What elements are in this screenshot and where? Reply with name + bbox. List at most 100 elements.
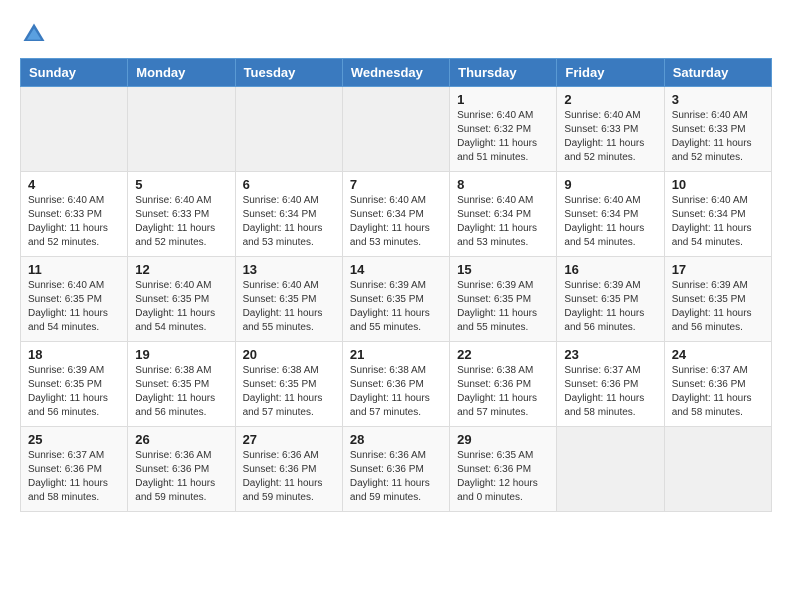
week-row-1: 1 Sunrise: 6:40 AM Sunset: 6:32 PM Daylig…: [21, 87, 772, 172]
day-info: Sunrise: 6:38 AM Sunset: 6:36 PM Dayligh…: [350, 364, 442, 420]
week-row-2: 4 Sunrise: 6:40 AM Sunset: 6:33 PM Daylig…: [21, 172, 772, 257]
day-info: Sunrise: 6:35 AM Sunset: 6:36 PM Dayligh…: [457, 449, 549, 505]
day-number: 19: [135, 347, 227, 362]
calendar-cell: [664, 427, 771, 512]
page-header: [20, 20, 772, 48]
calendar-cell: 8 Sunrise: 6:40 AM Sunset: 6:34 PM Daylig…: [450, 172, 557, 257]
day-number: 14: [350, 262, 442, 277]
day-info: Sunrise: 6:40 AM Sunset: 6:34 PM Dayligh…: [457, 194, 549, 250]
col-header-wednesday: Wednesday: [342, 59, 449, 87]
logo-icon: [20, 20, 48, 48]
col-header-monday: Monday: [128, 59, 235, 87]
day-number: 13: [243, 262, 335, 277]
day-info: Sunrise: 6:36 AM Sunset: 6:36 PM Dayligh…: [135, 449, 227, 505]
day-info: Sunrise: 6:40 AM Sunset: 6:33 PM Dayligh…: [564, 109, 656, 165]
day-info: Sunrise: 6:40 AM Sunset: 6:35 PM Dayligh…: [135, 279, 227, 335]
day-info: Sunrise: 6:39 AM Sunset: 6:35 PM Dayligh…: [564, 279, 656, 335]
day-number: 20: [243, 347, 335, 362]
day-info: Sunrise: 6:40 AM Sunset: 6:35 PM Dayligh…: [28, 279, 120, 335]
calendar-cell: 20 Sunrise: 6:38 AM Sunset: 6:35 PM Dayli…: [235, 342, 342, 427]
calendar-cell: 27 Sunrise: 6:36 AM Sunset: 6:36 PM Dayli…: [235, 427, 342, 512]
day-number: 23: [564, 347, 656, 362]
calendar-cell: 1 Sunrise: 6:40 AM Sunset: 6:32 PM Daylig…: [450, 87, 557, 172]
day-number: 2: [564, 92, 656, 107]
calendar-cell: 16 Sunrise: 6:39 AM Sunset: 6:35 PM Dayli…: [557, 257, 664, 342]
calendar-cell: [235, 87, 342, 172]
day-number: 6: [243, 177, 335, 192]
day-number: 17: [672, 262, 764, 277]
day-info: Sunrise: 6:40 AM Sunset: 6:34 PM Dayligh…: [350, 194, 442, 250]
calendar-cell: 14 Sunrise: 6:39 AM Sunset: 6:35 PM Dayli…: [342, 257, 449, 342]
day-number: 8: [457, 177, 549, 192]
calendar-cell: 6 Sunrise: 6:40 AM Sunset: 6:34 PM Daylig…: [235, 172, 342, 257]
day-number: 4: [28, 177, 120, 192]
calendar-cell: 19 Sunrise: 6:38 AM Sunset: 6:35 PM Dayli…: [128, 342, 235, 427]
calendar-cell: 13 Sunrise: 6:40 AM Sunset: 6:35 PM Dayli…: [235, 257, 342, 342]
day-info: Sunrise: 6:40 AM Sunset: 6:34 PM Dayligh…: [672, 194, 764, 250]
calendar-cell: 24 Sunrise: 6:37 AM Sunset: 6:36 PM Dayli…: [664, 342, 771, 427]
day-number: 10: [672, 177, 764, 192]
day-number: 5: [135, 177, 227, 192]
calendar-cell: [342, 87, 449, 172]
calendar-cell: 23 Sunrise: 6:37 AM Sunset: 6:36 PM Dayli…: [557, 342, 664, 427]
calendar-cell: 28Sunrise: 6:36 AM Sunset: 6:36 PM Dayli…: [342, 427, 449, 512]
day-info: Sunrise: 6:40 AM Sunset: 6:35 PM Dayligh…: [243, 279, 335, 335]
day-number: 22: [457, 347, 549, 362]
calendar-cell: 11 Sunrise: 6:40 AM Sunset: 6:35 PM Dayli…: [21, 257, 128, 342]
day-info: Sunrise: 6:36 AM Sunset: 6:36 PM Dayligh…: [243, 449, 335, 505]
day-number: 16: [564, 262, 656, 277]
logo: [20, 20, 52, 48]
day-info: Sunrise: 6:38 AM Sunset: 6:35 PM Dayligh…: [243, 364, 335, 420]
day-info: Sunrise: 6:38 AM Sunset: 6:36 PM Dayligh…: [457, 364, 549, 420]
day-info: Sunrise: 6:40 AM Sunset: 6:32 PM Dayligh…: [457, 109, 549, 165]
calendar-cell: 18 Sunrise: 6:39 AM Sunset: 6:35 PM Dayli…: [21, 342, 128, 427]
day-number: 7: [350, 177, 442, 192]
calendar-cell: 29Sunrise: 6:35 AM Sunset: 6:36 PM Dayli…: [450, 427, 557, 512]
col-header-sunday: Sunday: [21, 59, 128, 87]
calendar-cell: 4 Sunrise: 6:40 AM Sunset: 6:33 PM Daylig…: [21, 172, 128, 257]
day-info: Sunrise: 6:39 AM Sunset: 6:35 PM Dayligh…: [28, 364, 120, 420]
day-number: 24: [672, 347, 764, 362]
calendar-cell: 3 Sunrise: 6:40 AM Sunset: 6:33 PM Daylig…: [664, 87, 771, 172]
day-number: 9: [564, 177, 656, 192]
col-header-friday: Friday: [557, 59, 664, 87]
day-number: 15: [457, 262, 549, 277]
day-info: Sunrise: 6:40 AM Sunset: 6:34 PM Dayligh…: [243, 194, 335, 250]
day-number: 11: [28, 262, 120, 277]
day-info: Sunrise: 6:39 AM Sunset: 6:35 PM Dayligh…: [350, 279, 442, 335]
day-info: Sunrise: 6:38 AM Sunset: 6:35 PM Dayligh…: [135, 364, 227, 420]
col-header-thursday: Thursday: [450, 59, 557, 87]
calendar-cell: 12 Sunrise: 6:40 AM Sunset: 6:35 PM Dayli…: [128, 257, 235, 342]
col-header-saturday: Saturday: [664, 59, 771, 87]
day-info: Sunrise: 6:37 AM Sunset: 6:36 PM Dayligh…: [564, 364, 656, 420]
day-info: Sunrise: 6:37 AM Sunset: 6:36 PM Dayligh…: [28, 449, 120, 505]
calendar-cell: [128, 87, 235, 172]
day-number: 3: [672, 92, 764, 107]
day-number: 18: [28, 347, 120, 362]
day-info: Sunrise: 6:37 AM Sunset: 6:36 PM Dayligh…: [672, 364, 764, 420]
calendar-cell: [21, 87, 128, 172]
day-number: 27: [243, 432, 335, 447]
day-number: 25: [28, 432, 120, 447]
day-info: Sunrise: 6:36 AM Sunset: 6:36 PM Dayligh…: [350, 449, 442, 505]
calendar-cell: 2 Sunrise: 6:40 AM Sunset: 6:33 PM Daylig…: [557, 87, 664, 172]
day-number: 21: [350, 347, 442, 362]
day-info: Sunrise: 6:39 AM Sunset: 6:35 PM Dayligh…: [457, 279, 549, 335]
calendar-cell: 25 Sunrise: 6:37 AM Sunset: 6:36 PM Dayli…: [21, 427, 128, 512]
col-header-tuesday: Tuesday: [235, 59, 342, 87]
week-row-4: 18 Sunrise: 6:39 AM Sunset: 6:35 PM Dayli…: [21, 342, 772, 427]
day-info: Sunrise: 6:40 AM Sunset: 6:33 PM Dayligh…: [28, 194, 120, 250]
day-number: 1: [457, 92, 549, 107]
calendar-cell: 7 Sunrise: 6:40 AM Sunset: 6:34 PM Daylig…: [342, 172, 449, 257]
day-number: 26: [135, 432, 227, 447]
calendar-cell: 5Sunrise: 6:40 AM Sunset: 6:33 PM Daylig…: [128, 172, 235, 257]
calendar-cell: [557, 427, 664, 512]
header-row: SundayMondayTuesdayWednesdayThursdayFrid…: [21, 59, 772, 87]
day-number: 12: [135, 262, 227, 277]
calendar-cell: 15 Sunrise: 6:39 AM Sunset: 6:35 PM Dayli…: [450, 257, 557, 342]
calendar-cell: 17Sunrise: 6:39 AM Sunset: 6:35 PM Dayli…: [664, 257, 771, 342]
day-info: Sunrise: 6:40 AM Sunset: 6:33 PM Dayligh…: [672, 109, 764, 165]
calendar-cell: 10 Sunrise: 6:40 AM Sunset: 6:34 PM Dayli…: [664, 172, 771, 257]
calendar-table: SundayMondayTuesdayWednesdayThursdayFrid…: [20, 58, 772, 512]
calendar-cell: 22 Sunrise: 6:38 AM Sunset: 6:36 PM Dayli…: [450, 342, 557, 427]
